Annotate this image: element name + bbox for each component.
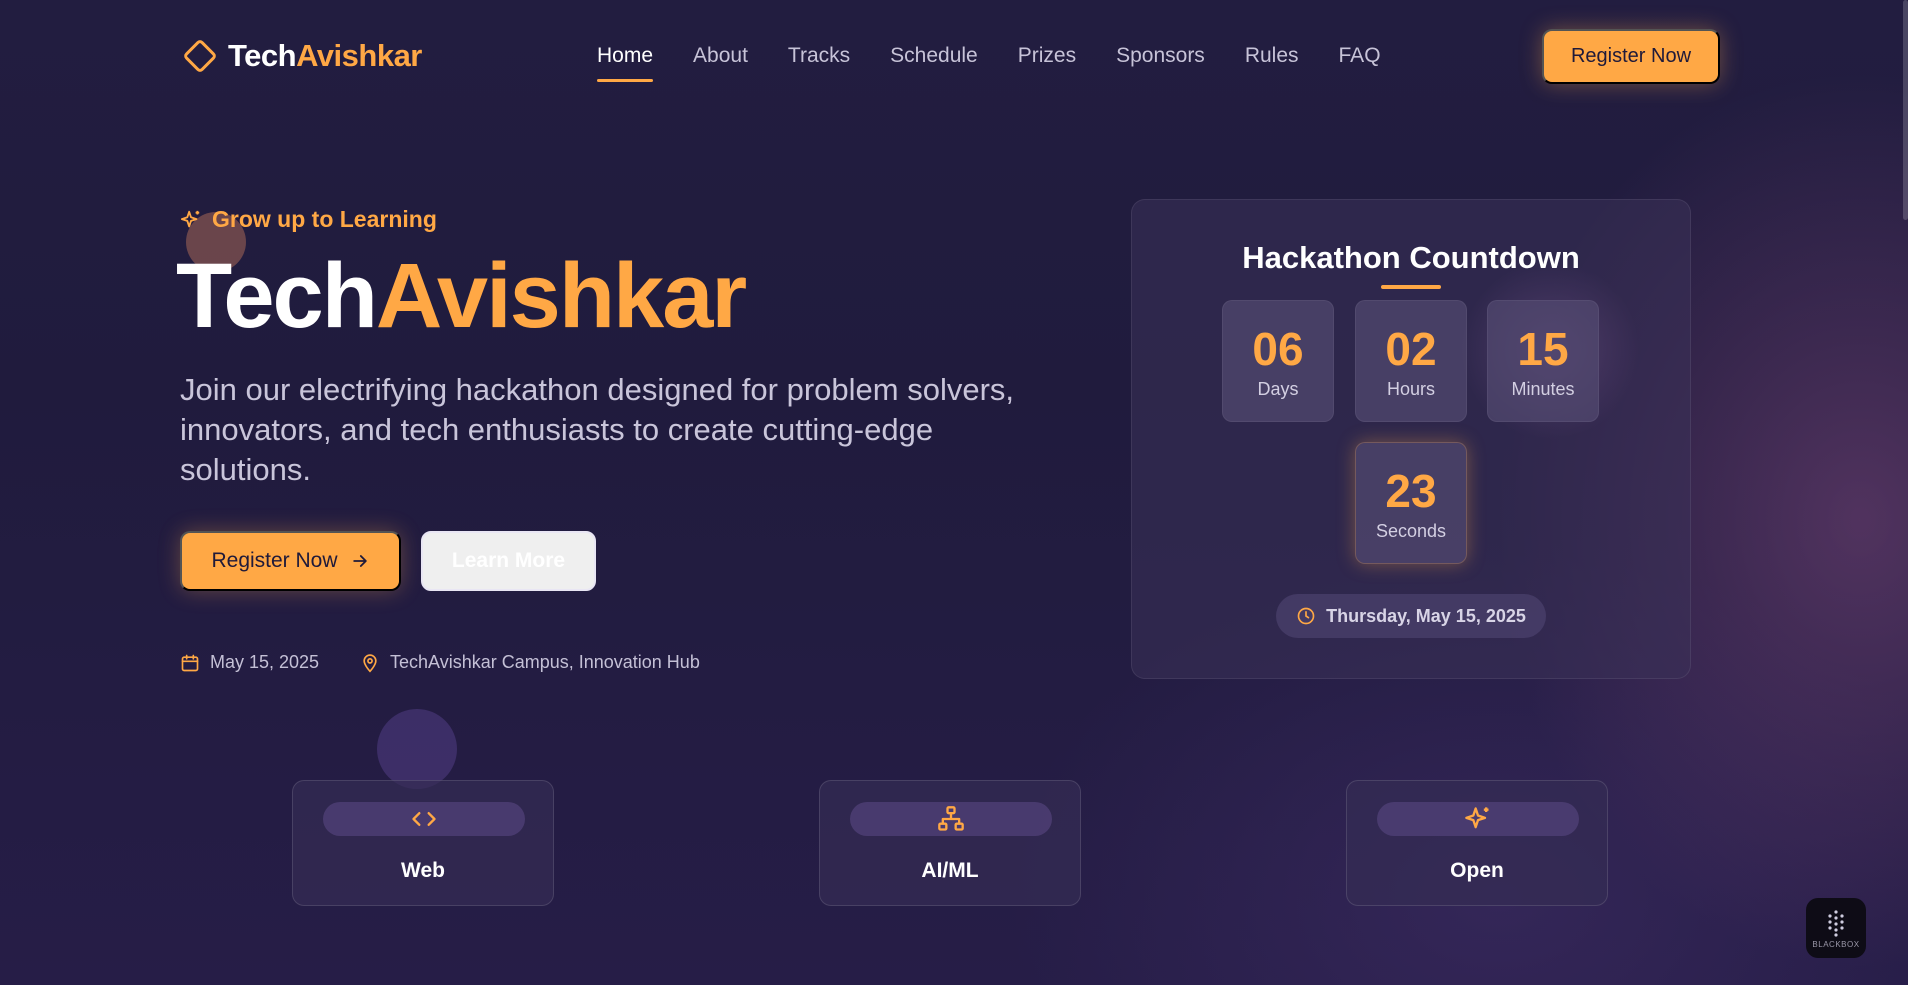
event-date-info: May 15, 2025	[180, 652, 319, 673]
track-label: Web	[401, 859, 445, 882]
blackbox-badge[interactable]: BLACKBOX	[1806, 898, 1866, 958]
main-menu: Home About Tracks Schedule Prizes Sponso…	[597, 44, 1381, 82]
hero-register-label: Register Now	[211, 549, 338, 572]
countdown-label: Seconds	[1375, 520, 1447, 541]
nav-link-tracks[interactable]: Tracks	[788, 44, 850, 68]
blackbox-badge-text: BLACKBOX	[1812, 939, 1860, 949]
nav-link-faq[interactable]: FAQ	[1339, 44, 1381, 68]
countdown-label: Minutes	[1511, 378, 1575, 399]
hero-title: TechAvishkar	[176, 245, 747, 347]
track-icon-pill	[323, 802, 525, 836]
sparkle-icon	[180, 210, 200, 227]
network-icon	[938, 806, 964, 831]
diamond-logo-icon	[184, 40, 216, 72]
location-pin-icon	[363, 653, 377, 673]
countdown-hours: 02 Hours	[1355, 300, 1467, 422]
track-label: AI/ML	[921, 859, 979, 882]
countdown-minutes: 15 Minutes	[1487, 300, 1599, 422]
title-underline	[1381, 285, 1441, 289]
nav-link-rules[interactable]: Rules	[1245, 44, 1299, 68]
countdown-value: 06	[1252, 322, 1304, 375]
hero-title-tech: Tech	[176, 245, 378, 347]
countdown-title: Hackathon Countdown	[1242, 240, 1580, 275]
calendar-icon	[181, 654, 199, 671]
countdown-days: 06 Days	[1222, 300, 1334, 422]
tagline-text: Grow up to Learning	[212, 206, 437, 232]
arrow-right-icon	[352, 555, 367, 567]
countdown-date-pill: Thursday, May 15, 2025	[1276, 594, 1546, 638]
event-date-text: May 15, 2025	[210, 652, 320, 672]
sparkle-icon	[1465, 807, 1489, 829]
countdown-value: 23	[1385, 464, 1437, 517]
event-location-text: TechAvishkar Campus, Innovation Hub	[390, 652, 700, 672]
blackbox-logo-icon	[1828, 909, 1844, 937]
countdown-label: Days	[1257, 378, 1299, 399]
countdown-date-text: Thursday, May 15, 2025	[1326, 605, 1526, 626]
logo-text-avishkar: Avishkar	[296, 38, 422, 73]
track-card-open[interactable]: Open	[1346, 780, 1608, 906]
nav-link-schedule[interactable]: Schedule	[890, 44, 978, 68]
countdown-value: 02	[1385, 322, 1437, 375]
event-location-info: TechAvishkar Campus, Innovation Hub	[360, 652, 700, 673]
top-navbar: TechAvishkar Home About Tracks Schedule …	[0, 0, 1908, 114]
hero-tagline: Grow up to Learning	[180, 206, 437, 233]
track-card-aiml[interactable]: AI/ML	[819, 780, 1081, 906]
hero-description: Join our electrifying hackathon designed…	[180, 372, 1015, 487]
code-icon	[412, 812, 436, 826]
track-icon-pill	[850, 802, 1052, 836]
track-card-web[interactable]: Web	[292, 780, 554, 906]
nav-link-home[interactable]: Home	[597, 44, 654, 82]
clock-icon	[1297, 607, 1315, 625]
site-logo[interactable]: TechAvishkar	[180, 36, 422, 76]
decorative-bubble	[377, 709, 457, 789]
nav-link-sponsors[interactable]: Sponsors	[1116, 44, 1205, 68]
track-icon-pill	[1377, 802, 1579, 836]
countdown-value: 15	[1517, 322, 1569, 375]
nav-link-about[interactable]: About	[693, 44, 748, 68]
nav-link-prizes[interactable]: Prizes	[1018, 44, 1076, 68]
page-scrollbar[interactable]	[1903, 0, 1908, 220]
countdown-label: Hours	[1386, 378, 1435, 399]
countdown-seconds: 23 Seconds	[1355, 442, 1467, 564]
learn-more-button[interactable]: Learn More	[421, 531, 596, 591]
hero-register-button[interactable]: Register Now	[180, 531, 401, 591]
track-label: Open	[1450, 859, 1504, 882]
hero-title-avishkar: Avishkar	[375, 245, 747, 347]
nav-register-button[interactable]: Register Now	[1542, 29, 1720, 84]
logo-text-tech: Tech	[228, 38, 297, 73]
